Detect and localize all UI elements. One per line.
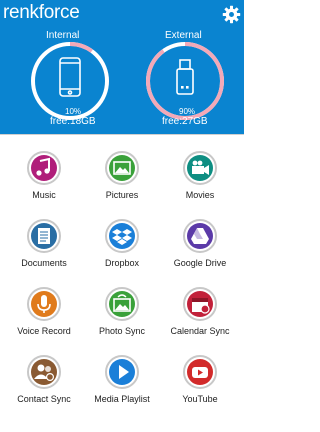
play-icon: [104, 354, 140, 390]
internal-used-percent: 10%: [65, 107, 82, 116]
calendar-sync-tile[interactable]: Calendar Sync: [162, 276, 238, 344]
youtube-icon: [182, 354, 218, 390]
contact-sync-tile[interactable]: Contact Sync: [6, 344, 82, 412]
documents-label: Documents: [21, 258, 67, 268]
movies-tile[interactable]: Movies: [162, 140, 238, 208]
music-label: Music: [32, 190, 56, 200]
storage-header: renkforce Internal 10% free:18GB Externa…: [0, 0, 244, 134]
contact-sync-icon: [26, 354, 62, 390]
header-divider: [0, 134, 244, 135]
media-playlist-tile[interactable]: Media Playlist: [84, 344, 160, 412]
dropbox-tile[interactable]: Dropbox: [84, 208, 160, 276]
calendar-sync-label: Calendar Sync: [170, 326, 230, 336]
microphone-icon: [26, 286, 62, 322]
voice-record-tile[interactable]: Voice Record: [6, 276, 82, 344]
google-drive-icon: [182, 218, 218, 254]
photo-sync-tile[interactable]: Photo Sync: [84, 276, 160, 344]
brand-logo: renkforce: [3, 2, 80, 23]
gear-icon[interactable]: [222, 5, 241, 24]
media-playlist-label: Media Playlist: [94, 394, 150, 404]
voice-record-label: Voice Record: [17, 326, 71, 336]
dropbox-label: Dropbox: [104, 258, 140, 268]
pictures-tile[interactable]: Pictures: [84, 140, 160, 208]
picture-icon: [104, 150, 140, 186]
dropbox-icon: [104, 218, 140, 254]
music-note-icon: [26, 150, 62, 186]
music-tile[interactable]: Music: [6, 140, 82, 208]
pictures-label: Pictures: [105, 190, 139, 200]
google-drive-tile[interactable]: Google Drive: [162, 208, 238, 276]
youtube-label: YouTube: [182, 394, 218, 404]
calendar-sync-icon: [182, 286, 218, 322]
google-drive-label: Google Drive: [173, 258, 227, 268]
photo-sync-label: Photo Sync: [98, 326, 146, 336]
internal-free-space: free:18GB: [50, 116, 96, 127]
documents-tile[interactable]: Documents: [6, 208, 82, 276]
contact-sync-label: Contact Sync: [17, 394, 71, 404]
external-free-space: free:27GB: [162, 116, 208, 127]
movies-label: Movies: [185, 190, 215, 200]
phone-icon: [59, 57, 81, 97]
document-icon: [26, 218, 62, 254]
usb-drive-icon: [176, 59, 194, 95]
photo-sync-icon: [104, 286, 140, 322]
video-camera-icon: [182, 150, 218, 186]
youtube-tile[interactable]: YouTube: [162, 344, 238, 412]
external-used-percent: 90%: [179, 107, 196, 116]
